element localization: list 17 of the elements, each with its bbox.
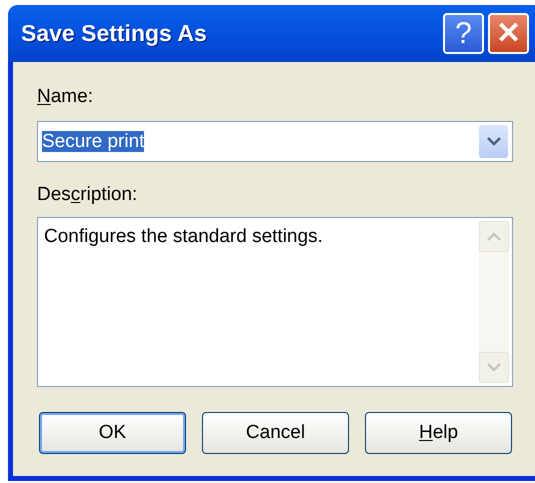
scroll-up-button[interactable] bbox=[479, 221, 509, 252]
window-title: Save Settings As bbox=[21, 19, 208, 48]
description-text: Configures the standard settings. bbox=[43, 225, 324, 249]
dialog-button[interactable]: OK bbox=[39, 412, 186, 454]
chevron-down-icon bbox=[486, 137, 500, 146]
description-label: Description: bbox=[37, 184, 138, 206]
chevron-up-icon bbox=[487, 232, 501, 241]
name-combobox[interactable]: Secure print bbox=[37, 121, 513, 162]
dialog-button[interactable]: Help bbox=[365, 412, 512, 454]
dropdown-button[interactable] bbox=[479, 125, 508, 158]
description-textarea[interactable]: Configures the standard settings. bbox=[37, 217, 513, 387]
name-label: Name: bbox=[37, 86, 94, 108]
dialog-button[interactable]: Cancel bbox=[202, 412, 349, 454]
chevron-down-icon bbox=[487, 363, 501, 372]
help-button[interactable]: ? bbox=[443, 13, 484, 54]
scroll-down-button[interactable] bbox=[479, 352, 509, 383]
name-value: Secure print bbox=[42, 130, 144, 152]
